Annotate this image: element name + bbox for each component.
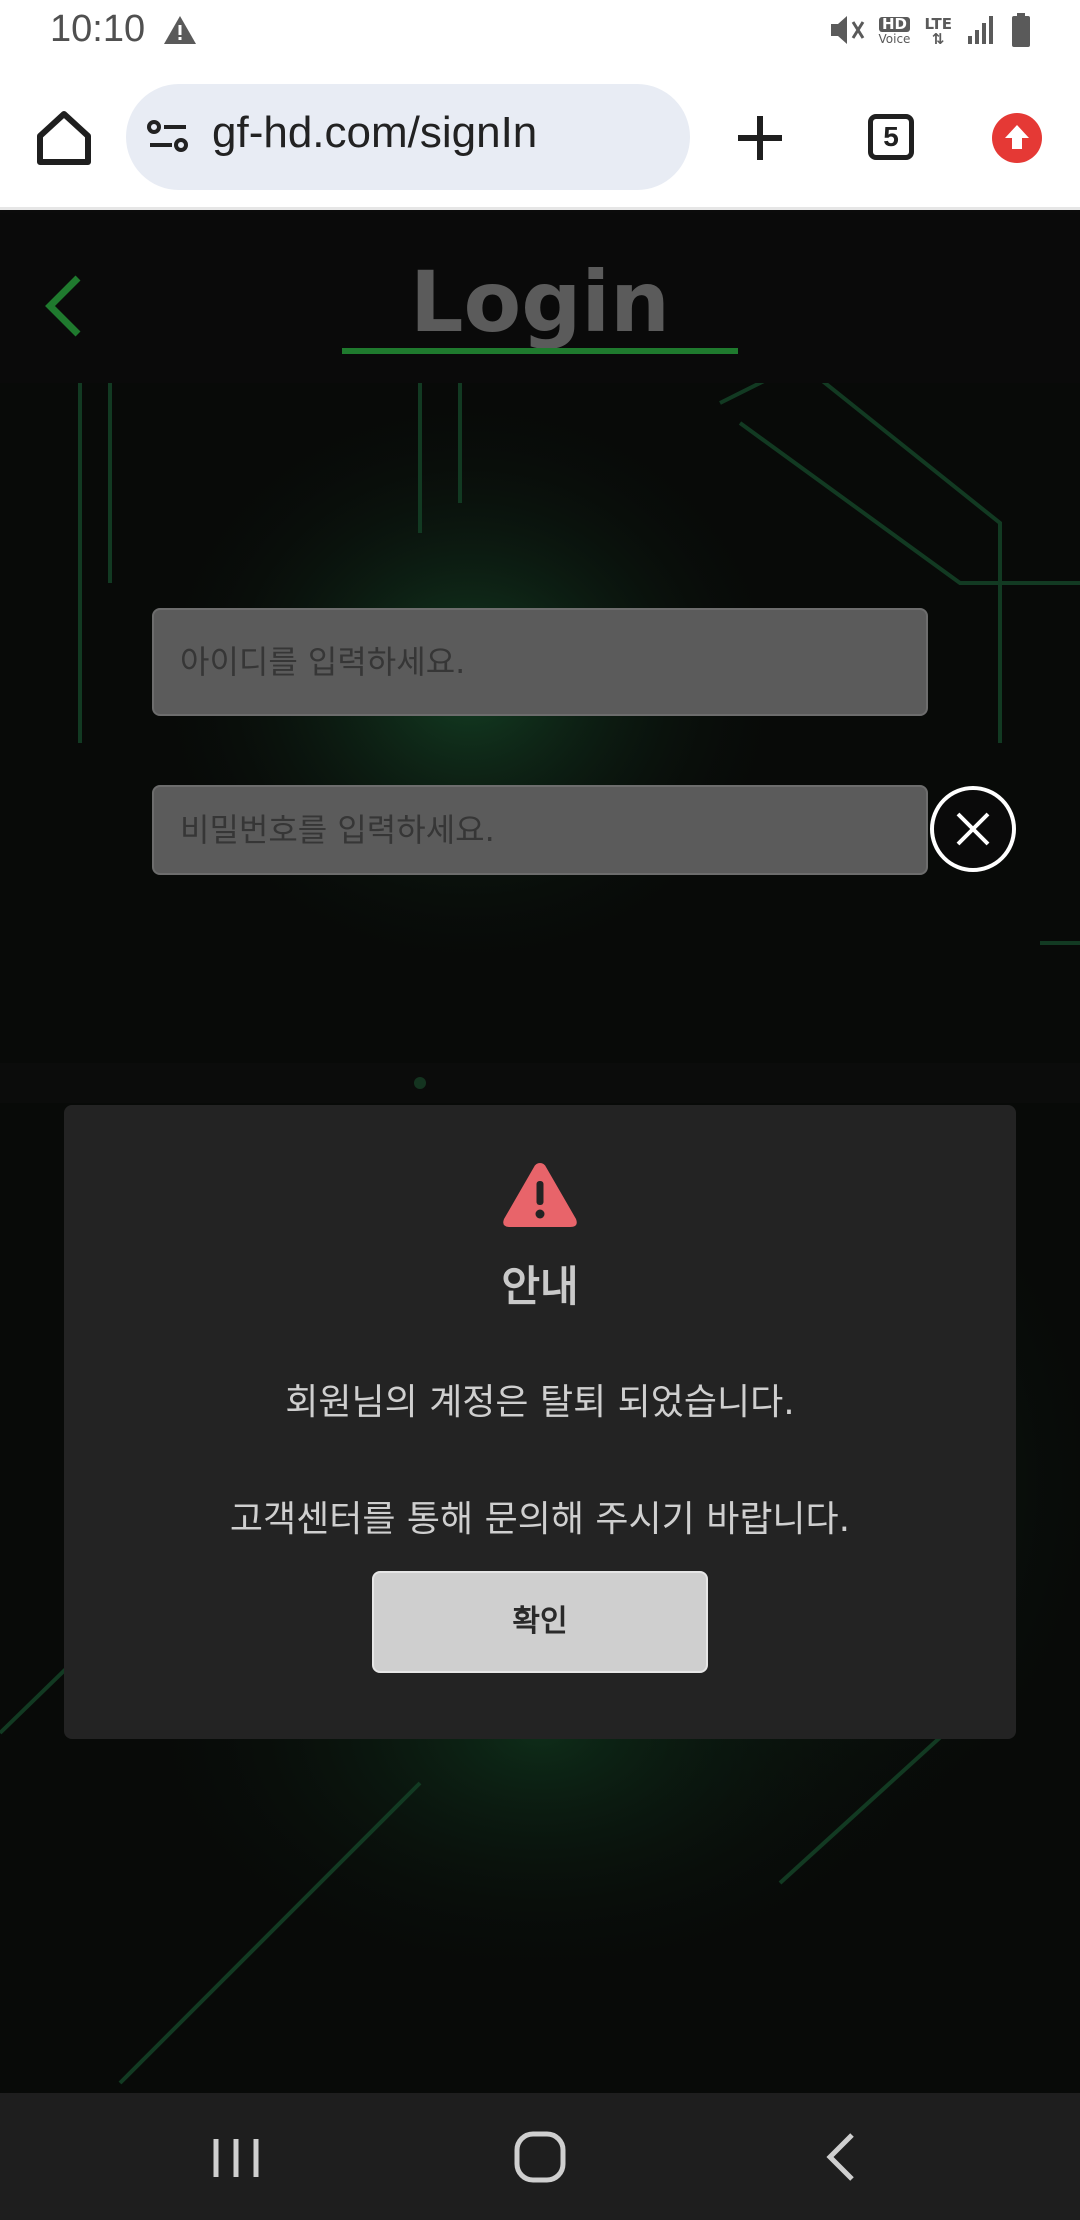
page-title: Login [410, 253, 670, 351]
plus-icon [738, 116, 782, 160]
mute-icon [827, 12, 865, 52]
tab-switcher-button[interactable]: 5 [868, 114, 914, 160]
status-bar: 10:10 HD Voice LTE ⇅ [0, 0, 1080, 66]
arrow-up-icon [1005, 125, 1029, 149]
update-button[interactable] [992, 113, 1042, 163]
password-input[interactable] [152, 785, 928, 875]
login-page: Login 안내 회원님의 계정은 탈퇴 되었습니다. 고객센터를 통해 문의해… [0, 213, 1080, 2093]
alert-dialog: 안내 회원님의 계정은 탈퇴 되었습니다. 고객센터를 통해 문의해 주시기 바… [64, 1105, 1016, 1739]
url-text[interactable]: gf-hd.com/signIn [212, 108, 537, 158]
user-id-input[interactable] [152, 608, 928, 716]
dialog-message-line2: 고객센터를 통해 문의해 주시기 바랍니다. [229, 1499, 851, 1540]
address-bar[interactable]: gf-hd.com/signIn [126, 84, 690, 190]
hd-label: HD [878, 17, 911, 32]
warning-icon [500, 1159, 580, 1235]
dialog-message-line1: 회원님의 계정은 탈퇴 되었습니다. [285, 1382, 795, 1423]
recent-apps-button[interactable] [210, 2133, 262, 2187]
system-nav-bar [0, 2093, 1080, 2220]
lte-indicator: LTE ⇅ [924, 17, 952, 47]
home-icon [37, 111, 91, 165]
title-underline [342, 348, 738, 354]
data-arrows-icon: ⇅ [931, 30, 945, 48]
browser-toolbar: gf-hd.com/signIn 5 [0, 66, 1080, 210]
confirm-button[interactable]: 확인 [372, 1571, 708, 1673]
voice-label: Voice [878, 32, 911, 46]
battery-icon [1010, 12, 1032, 52]
new-tab-button[interactable] [730, 108, 790, 172]
close-icon [956, 812, 990, 846]
signal-icon [966, 14, 996, 50]
system-home-button[interactable] [512, 2129, 568, 2189]
warning-icon [162, 14, 198, 50]
home-circle-icon [514, 2131, 566, 2183]
dialog-title: 안내 [501, 1262, 579, 1311]
status-icons: HD Voice LTE ⇅ [827, 12, 1033, 52]
recent-apps-icon [213, 2139, 259, 2177]
clear-input-button[interactable] [930, 786, 1016, 872]
system-back-button[interactable] [822, 2131, 862, 2187]
chevron-left-icon [826, 2133, 854, 2181]
site-settings-icon[interactable] [146, 118, 190, 158]
hd-voice-indicator: HD Voice [878, 17, 911, 47]
status-time: 10:10 [50, 8, 146, 50]
home-button[interactable] [30, 104, 98, 172]
